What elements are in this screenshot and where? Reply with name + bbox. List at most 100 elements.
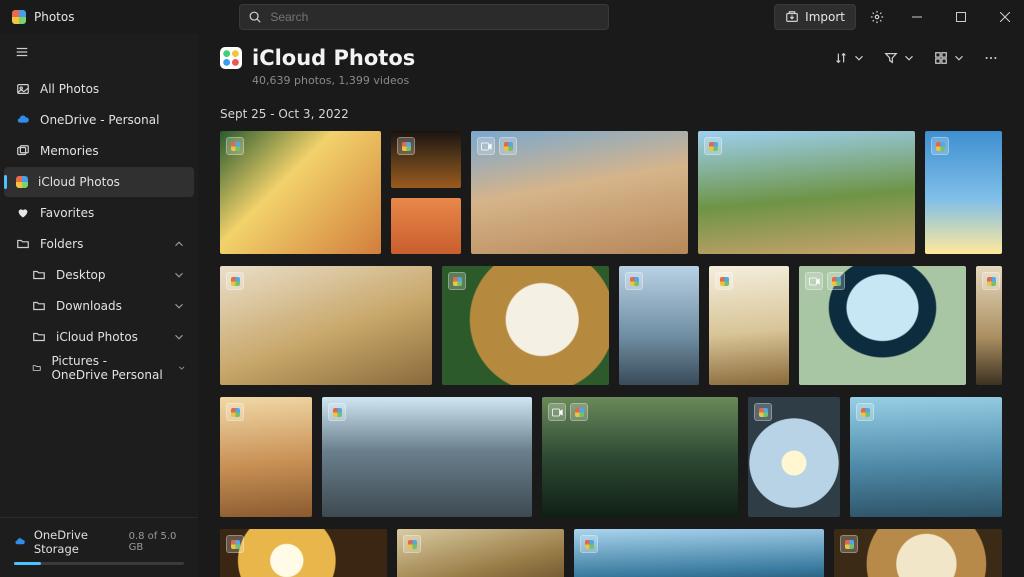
photo-thumbnail[interactable] <box>391 198 461 255</box>
cloud-sync-badge <box>226 403 244 421</box>
filter-button[interactable] <box>880 47 920 69</box>
photo-thumbnail[interactable] <box>220 397 312 517</box>
sort-button[interactable] <box>830 47 870 69</box>
sync-icon <box>575 408 584 417</box>
nav-favorites[interactable]: Favorites <box>0 198 198 228</box>
sync-icon <box>453 277 462 286</box>
app-title: Photos <box>34 10 74 24</box>
storage-bar-fill <box>14 562 41 565</box>
photo-thumbnail[interactable] <box>925 131 1002 254</box>
chevron-down-icon <box>952 51 966 65</box>
header-actions <box>830 47 1002 69</box>
sync-icon <box>630 277 639 286</box>
chevron-down-icon <box>172 330 186 344</box>
sync-icon <box>408 540 417 549</box>
folder-downloads[interactable]: Downloads <box>0 291 198 321</box>
gallery-row <box>220 397 1002 517</box>
main: All Photos OneDrive - Personal Memories … <box>0 34 1024 577</box>
photo-thumbnail[interactable] <box>220 131 381 254</box>
search-icon <box>248 10 262 24</box>
maximize-icon <box>956 12 966 22</box>
thumb-stack <box>391 131 461 254</box>
more-button[interactable] <box>980 47 1002 69</box>
nav-icloud[interactable]: iCloud Photos <box>4 167 194 197</box>
nav-onedrive[interactable]: OneDrive - Personal <box>0 105 198 135</box>
gallery-row <box>220 131 1002 254</box>
import-button[interactable]: Import <box>774 4 856 30</box>
storage-title: OneDrive Storage <box>34 528 121 556</box>
photo-thumbnail[interactable] <box>698 131 915 254</box>
hamburger-icon <box>15 45 29 59</box>
photo-thumbnail[interactable] <box>748 397 840 517</box>
photo-thumbnail[interactable] <box>574 529 824 577</box>
chevron-down-icon <box>172 268 186 282</box>
grid-icon <box>934 51 948 65</box>
sync-icon <box>231 540 240 549</box>
photo-thumbnail[interactable] <box>322 397 532 517</box>
folder-desktop[interactable]: Desktop <box>0 260 198 290</box>
search-input[interactable] <box>270 10 600 24</box>
photo-thumbnail[interactable] <box>397 529 564 577</box>
photo-thumbnail[interactable] <box>220 266 432 385</box>
cloud-sync-badge <box>982 272 1000 290</box>
sync-icon <box>333 408 342 417</box>
sync-icon <box>720 277 729 286</box>
close-button[interactable] <box>986 2 1024 32</box>
settings-button[interactable] <box>862 4 892 30</box>
nav-label: All Photos <box>40 82 99 96</box>
icloud-source-icon <box>220 47 242 69</box>
cloud-sync-badge <box>931 137 949 155</box>
folder-icloud[interactable]: iCloud Photos <box>0 322 198 352</box>
cloud-sync-badge <box>754 403 772 421</box>
cloud-sync-badge <box>328 403 346 421</box>
hamburger-button[interactable] <box>8 38 36 66</box>
folder-icon <box>16 237 30 251</box>
nav-label: iCloud Photos <box>38 175 120 189</box>
cloud-sync-badge <box>625 272 643 290</box>
cloud-sync-badge <box>580 535 598 553</box>
photo-thumbnail[interactable] <box>619 266 699 385</box>
gear-icon <box>870 10 884 24</box>
nav-label: Favorites <box>40 206 94 220</box>
nav-memories[interactable]: Memories <box>0 136 198 166</box>
sync-icon <box>936 142 945 151</box>
photo-thumbnail[interactable] <box>799 266 966 385</box>
photo-thumbnail[interactable] <box>391 131 461 188</box>
cloud-icon <box>14 535 26 549</box>
photos-icon <box>16 82 30 96</box>
cloud-sync-badge <box>840 535 858 553</box>
nav-label: Downloads <box>56 299 122 313</box>
maximize-button[interactable] <box>942 2 980 32</box>
photo-thumbnail[interactable] <box>709 266 789 385</box>
nav-all-photos[interactable]: All Photos <box>0 74 198 104</box>
photo-thumbnail[interactable] <box>834 529 1002 577</box>
folder-pictures-onedrive[interactable]: Pictures - OneDrive Personal <box>0 353 198 383</box>
folder-icon <box>32 361 41 375</box>
layout-button[interactable] <box>930 47 970 69</box>
sync-icon <box>987 277 996 286</box>
cloud-sync-badge <box>570 403 588 421</box>
minimize-icon <box>912 12 922 22</box>
sync-icon <box>861 408 870 417</box>
chevron-down-icon <box>852 51 866 65</box>
photo-thumbnail[interactable] <box>850 397 1002 517</box>
cloud-sync-badge <box>226 137 244 155</box>
photo-thumbnail[interactable] <box>220 529 387 577</box>
sync-icon <box>402 142 411 151</box>
storage-bar <box>14 562 184 565</box>
photo-thumbnail[interactable] <box>976 266 1002 385</box>
minimize-button[interactable] <box>898 2 936 32</box>
photo-thumbnail[interactable] <box>471 131 688 254</box>
cloud-sync-badge <box>403 535 421 553</box>
nav-folders[interactable]: Folders <box>0 229 198 259</box>
video-icon <box>809 277 820 286</box>
chevron-down-icon <box>177 361 186 375</box>
photo-thumbnail[interactable] <box>542 397 738 517</box>
cloud-sync-badge <box>226 535 244 553</box>
photo-thumbnail[interactable] <box>442 266 609 385</box>
storage-footer: OneDrive Storage 0.8 of 5.0 GB <box>0 517 198 577</box>
nav-label: Memories <box>40 144 99 158</box>
cloud-sync-badge <box>448 272 466 290</box>
search-box[interactable] <box>239 4 609 30</box>
titlebar: Photos Import <box>0 0 1024 34</box>
